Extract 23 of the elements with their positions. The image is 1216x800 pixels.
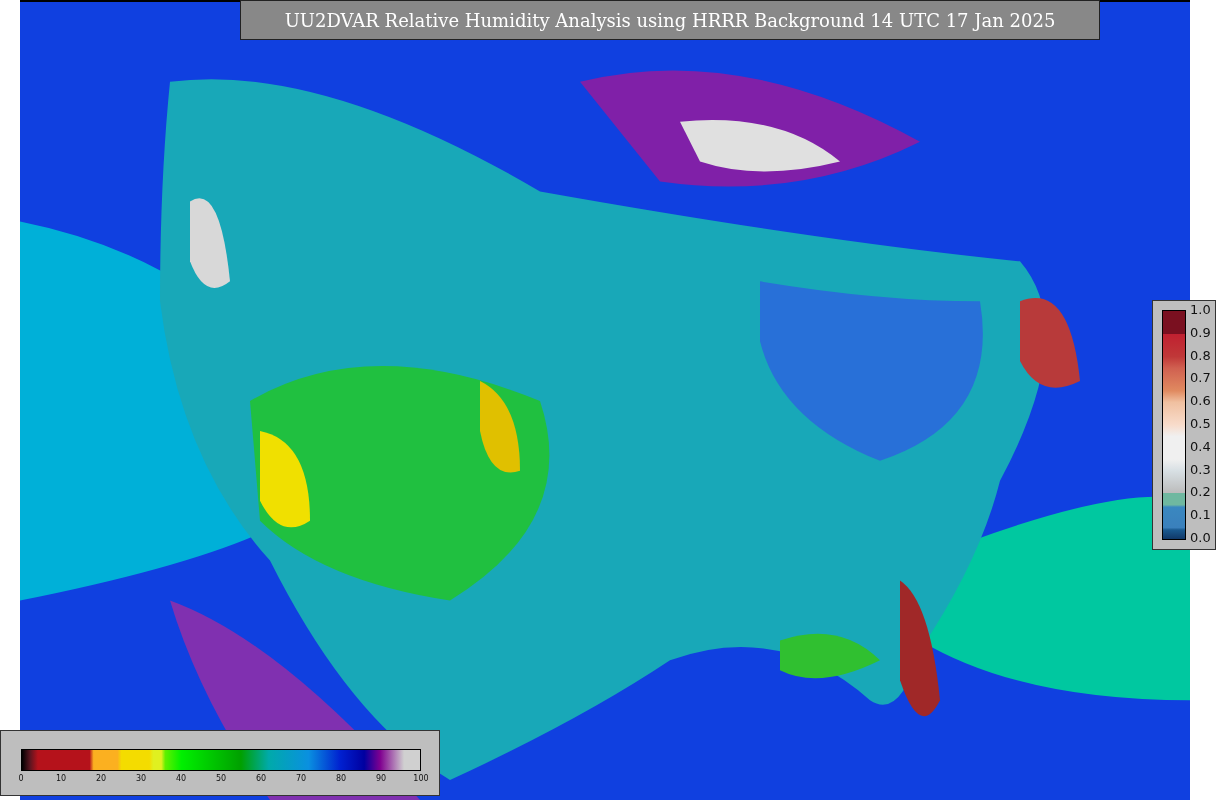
scale-label: 20 (95, 774, 107, 783)
scale-label: 70 (295, 774, 307, 783)
scale-label: 0 (18, 774, 24, 783)
scale-label: 80 (335, 774, 347, 783)
scale-label: 30 (135, 774, 147, 783)
scale-label: 10 (55, 774, 67, 783)
scale-label: 1.0 (1190, 304, 1211, 316)
scale-label: 100 (413, 774, 429, 783)
scale-label: 0.9 (1190, 326, 1211, 339)
scale-label: 40 (175, 774, 187, 783)
scale-label: 0.4 (1190, 440, 1211, 453)
scale-label: 0.0 (1190, 531, 1211, 544)
scale-label: 90 (375, 774, 387, 783)
scale-label: 0.3 (1190, 463, 1211, 476)
scale-label: 0.1 (1190, 509, 1211, 522)
scale-label: 0.5 (1190, 418, 1211, 430)
scale-label: 0.2 (1190, 486, 1211, 499)
scale-label: 60 (255, 774, 267, 783)
scale-label: 0.8 (1190, 349, 1211, 362)
map-title: UU2DVAR Relative Humidity Analysis using HRRR Background 14 UTC 17 Jan 2025 (240, 0, 1100, 40)
scale-label: 0.7 (1190, 372, 1211, 385)
scale-label: 0.6 (1190, 395, 1211, 408)
scale-label: 50 (215, 774, 227, 783)
